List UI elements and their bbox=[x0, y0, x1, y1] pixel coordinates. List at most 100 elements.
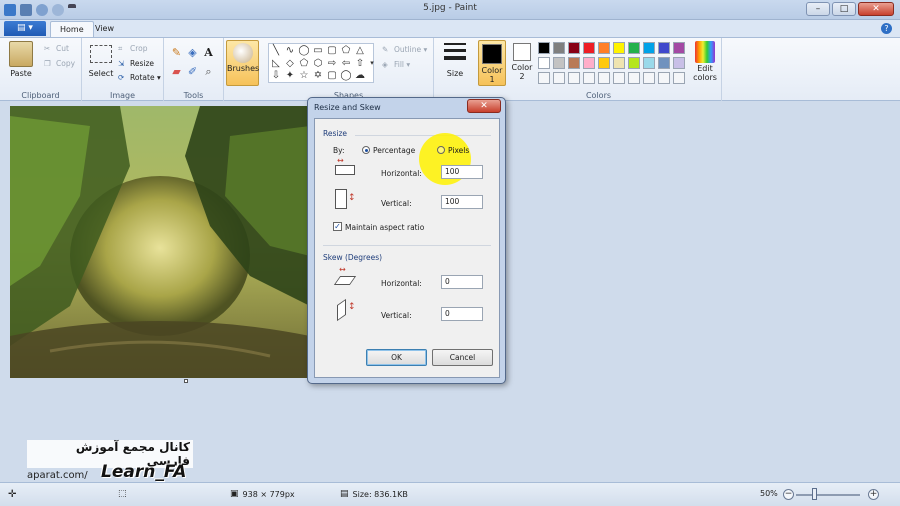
color-picker-icon[interactable]: ✐ bbox=[186, 65, 199, 78]
polygon-shape-icon[interactable]: ⬠ bbox=[340, 45, 352, 56]
diamond-shape-icon[interactable]: ◇ bbox=[284, 58, 296, 69]
paste-label: Paste bbox=[10, 69, 32, 78]
minimize-button[interactable]: – bbox=[806, 2, 830, 16]
rectangle-shape-icon[interactable]: ▭ bbox=[312, 45, 324, 56]
edit-colors-button[interactable]: Edit colors bbox=[690, 41, 720, 82]
color-swatch[interactable] bbox=[538, 57, 550, 69]
help-icon[interactable]: ? bbox=[881, 23, 892, 34]
color-swatch[interactable] bbox=[658, 57, 670, 69]
empty-color-swatch[interactable] bbox=[658, 72, 670, 84]
fill-button[interactable]: ◈ Fill ▾ bbox=[382, 60, 410, 69]
empty-color-swatch[interactable] bbox=[553, 72, 565, 84]
color-swatch[interactable] bbox=[643, 57, 655, 69]
cancel-button[interactable]: Cancel bbox=[432, 349, 493, 366]
ok-button[interactable]: OK bbox=[366, 349, 427, 366]
pentagon-shape-icon[interactable]: ⬠ bbox=[298, 58, 310, 69]
maintain-aspect-checkbox[interactable]: ✓ bbox=[333, 222, 342, 231]
six-point-star-shape-icon[interactable]: ✡ bbox=[312, 70, 324, 81]
horizontal-input[interactable]: 100 bbox=[441, 165, 483, 179]
size-button[interactable]: Size bbox=[440, 41, 470, 78]
maintain-aspect-label[interactable]: Maintain aspect ratio bbox=[345, 223, 424, 232]
crop-button[interactable]: ⌗ Crop bbox=[118, 44, 148, 53]
color-swatch[interactable] bbox=[568, 57, 580, 69]
zoom-slider-track[interactable] bbox=[796, 494, 860, 496]
pixels-label-overlay[interactable]: Pixels bbox=[448, 146, 469, 155]
empty-color-swatch[interactable] bbox=[643, 72, 655, 84]
rounded-callout-shape-icon[interactable]: ▢ bbox=[326, 70, 338, 81]
shapes-scroll-icon[interactable]: ▾ bbox=[368, 58, 376, 69]
magnifier-icon[interactable]: ⌕ bbox=[202, 65, 215, 78]
down-arrow-shape-icon[interactable]: ⇩ bbox=[270, 70, 282, 81]
oval-callout-shape-icon[interactable]: ◯ bbox=[340, 70, 352, 81]
right-arrow-shape-icon[interactable]: ⇨ bbox=[326, 58, 338, 69]
color1-button[interactable]: Color 1 bbox=[478, 40, 506, 86]
zoom-in-button[interactable]: + bbox=[868, 489, 879, 500]
color-swatch[interactable] bbox=[673, 57, 685, 69]
text-icon[interactable]: A bbox=[202, 46, 215, 59]
color-swatch[interactable] bbox=[628, 42, 640, 54]
cloud-callout-shape-icon[interactable]: ☁ bbox=[354, 70, 366, 81]
color-swatch[interactable] bbox=[613, 42, 625, 54]
color-swatch[interactable] bbox=[643, 42, 655, 54]
up-arrow-shape-icon[interactable]: ⇧ bbox=[354, 58, 366, 69]
five-point-star-shape-icon[interactable]: ☆ bbox=[298, 70, 310, 81]
canvas-image[interactable] bbox=[10, 106, 310, 378]
color-swatch[interactable] bbox=[613, 57, 625, 69]
empty-color-swatch[interactable] bbox=[613, 72, 625, 84]
close-button[interactable]: ✕ bbox=[858, 2, 894, 16]
eraser-icon[interactable]: ▰ bbox=[170, 65, 183, 78]
color-swatch[interactable] bbox=[583, 42, 595, 54]
rounded-rectangle-shape-icon[interactable]: ▢ bbox=[326, 45, 338, 56]
curve-shape-icon[interactable]: ∿ bbox=[284, 45, 296, 56]
color-swatch[interactable] bbox=[658, 42, 670, 54]
color-swatch[interactable] bbox=[583, 57, 595, 69]
percentage-radio[interactable] bbox=[362, 146, 370, 154]
color-swatch[interactable] bbox=[628, 57, 640, 69]
color-swatch[interactable] bbox=[553, 57, 565, 69]
canvas-resize-handle[interactable] bbox=[184, 379, 188, 383]
brushes-button[interactable]: Brushes bbox=[226, 40, 259, 86]
maximize-button[interactable]: □ bbox=[832, 2, 856, 16]
empty-color-swatch[interactable] bbox=[673, 72, 685, 84]
color2-button[interactable]: Color 2 bbox=[508, 43, 536, 81]
vertical-input[interactable]: 100 bbox=[441, 195, 483, 209]
percentage-label[interactable]: Percentage bbox=[373, 146, 415, 155]
color-swatch[interactable] bbox=[568, 42, 580, 54]
rotate-button[interactable]: ⟳ Rotate ▾ bbox=[118, 73, 161, 82]
select-button[interactable]: Select bbox=[86, 41, 116, 78]
oval-shape-icon[interactable]: ◯ bbox=[298, 45, 310, 56]
copy-button[interactable]: ❐ Copy bbox=[44, 59, 75, 68]
outline-button[interactable]: ✎ Outline ▾ bbox=[382, 45, 427, 54]
cut-button[interactable]: ✂ Cut bbox=[44, 44, 69, 53]
right-triangle-shape-icon[interactable]: ◺ bbox=[270, 58, 282, 69]
color-swatch[interactable] bbox=[553, 42, 565, 54]
tab-view[interactable]: View bbox=[86, 21, 123, 37]
empty-color-swatch[interactable] bbox=[568, 72, 580, 84]
triangle-shape-icon[interactable]: △ bbox=[354, 45, 366, 56]
resize-button[interactable]: ⇲ Resize bbox=[118, 59, 154, 68]
zoom-out-button[interactable]: − bbox=[783, 489, 794, 500]
fill-bucket-icon[interactable]: ◈ bbox=[186, 46, 199, 59]
empty-color-swatch[interactable] bbox=[583, 72, 595, 84]
color-swatch[interactable] bbox=[598, 57, 610, 69]
empty-color-swatch[interactable] bbox=[598, 72, 610, 84]
pixels-radio-overlay[interactable] bbox=[437, 146, 445, 154]
skew-vertical-input[interactable]: 0 bbox=[441, 307, 483, 321]
line-shape-icon[interactable]: ╲ bbox=[270, 45, 282, 56]
window-controls: – □ ✕ bbox=[806, 2, 894, 16]
four-point-star-shape-icon[interactable]: ✦ bbox=[284, 70, 296, 81]
skew-horizontal-input[interactable]: 0 bbox=[441, 275, 483, 289]
color-swatch[interactable] bbox=[598, 42, 610, 54]
hexagon-shape-icon[interactable]: ⬡ bbox=[312, 58, 324, 69]
disk-icon: ▤ bbox=[340, 489, 349, 499]
left-arrow-shape-icon[interactable]: ⇦ bbox=[340, 58, 352, 69]
paste-button[interactable]: Paste bbox=[6, 41, 36, 78]
dialog-close-button[interactable]: ✕ bbox=[467, 99, 501, 113]
file-menu-button[interactable]: ▤ ▾ bbox=[4, 21, 46, 36]
zoom-slider-thumb[interactable] bbox=[812, 488, 817, 500]
color-swatch[interactable] bbox=[538, 42, 550, 54]
empty-color-swatch[interactable] bbox=[538, 72, 550, 84]
color-swatch[interactable] bbox=[673, 42, 685, 54]
empty-color-swatch[interactable] bbox=[628, 72, 640, 84]
pencil-icon[interactable]: ✎ bbox=[170, 46, 183, 59]
